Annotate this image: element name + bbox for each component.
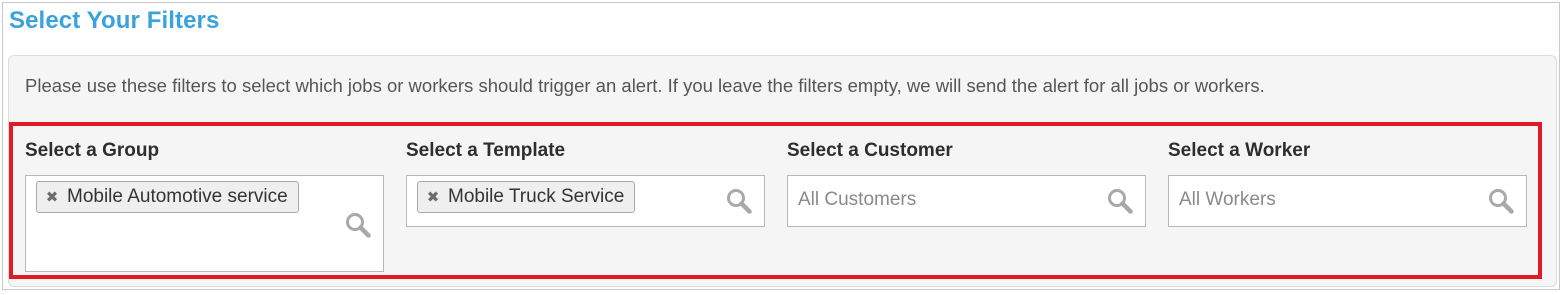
filters-highlight-outline (9, 122, 1542, 279)
filters-intro-text: Please use these filters to select which… (25, 75, 1265, 96)
page-title: Select Your Filters (9, 7, 220, 34)
